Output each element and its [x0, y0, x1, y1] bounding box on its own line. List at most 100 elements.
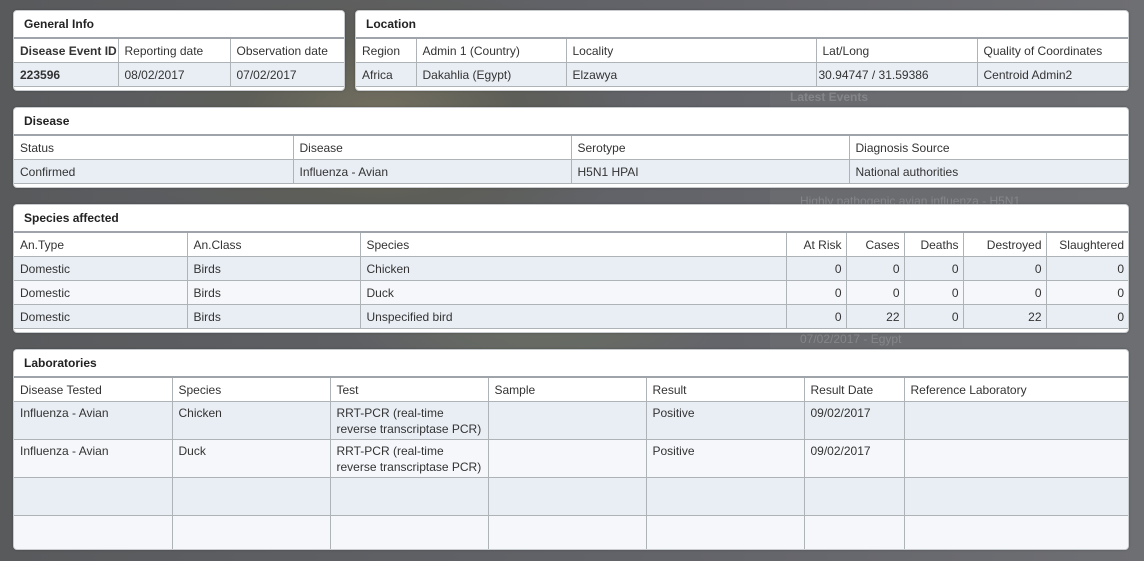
disease-tested-cell: Influenza - Avian — [14, 439, 173, 478]
header-observation-date: Observation date — [229, 37, 344, 63]
deaths-cell: 0 — [903, 280, 964, 305]
at-risk-cell: 0 — [785, 280, 847, 305]
an-class-cell: Birds — [186, 280, 361, 305]
region-value: Africa — [356, 62, 417, 87]
general-info-title: General Info — [14, 11, 344, 37]
disease-tested-cell: Influenza - Avian — [14, 401, 173, 440]
table-row — [14, 515, 1128, 549]
reporting-date: 08/02/2017 — [117, 62, 231, 87]
header-reference-laboratory: Reference Laboratory — [903, 376, 1128, 402]
header-status: Status — [14, 134, 294, 160]
destroyed-cell: 0 — [962, 280, 1047, 305]
disease-table: Status Disease Serotype Diagnosis Source… — [14, 134, 1128, 184]
disease-title: Disease — [14, 108, 1128, 134]
result-date-cell: 09/02/2017 — [803, 401, 905, 440]
header-region: Region — [356, 37, 417, 63]
general-info-table: Disease Event ID Reporting date Observat… — [14, 37, 344, 87]
header-deaths: Deaths — [903, 231, 964, 257]
species-cell: Unspecified bird — [359, 304, 787, 329]
an-class-cell: Birds — [186, 304, 361, 329]
observation-date: 07/02/2017 — [229, 62, 344, 87]
sample-cell — [487, 401, 647, 440]
table-row — [14, 477, 1128, 516]
sample-cell — [487, 439, 647, 478]
table-row: Domestic Birds Chicken 0 0 0 0 0 — [14, 256, 1128, 281]
header-cases: Cases — [845, 231, 905, 257]
laboratories-panel: Laboratories Disease Tested Species Test… — [13, 349, 1129, 550]
ghost-event-date: 07/02/2017 - Egypt — [800, 332, 902, 346]
cases-cell: 0 — [845, 256, 905, 281]
header-result: Result — [645, 376, 805, 402]
header-lab-species: Species — [171, 376, 331, 402]
cases-cell: 0 — [845, 280, 905, 305]
header-test: Test — [329, 376, 489, 402]
diagnosis-source-value: National authorities — [848, 159, 1128, 184]
admin1-value: Dakahlia (Egypt) — [415, 62, 567, 87]
header-disease-event-id: Disease Event ID — [14, 37, 119, 63]
species-panel: Species affected An.Type An.Class Specie… — [13, 204, 1129, 333]
species-title: Species affected — [14, 205, 1128, 231]
location-panel: Location Region Admin 1 (Country) Locali… — [355, 10, 1129, 91]
serotype-value: H5N1 HPAI — [570, 159, 850, 184]
laboratories-title: Laboratories — [14, 350, 1128, 376]
header-admin1: Admin 1 (Country) — [415, 37, 567, 63]
header-an-class: An.Class — [186, 231, 361, 257]
header-disease: Disease — [292, 134, 572, 160]
header-reporting-date: Reporting date — [117, 37, 231, 63]
header-diagnosis-source: Diagnosis Source — [848, 134, 1128, 160]
header-an-type: An.Type — [14, 231, 188, 257]
lab-species-cell: Duck — [171, 439, 331, 478]
header-disease-tested: Disease Tested — [14, 376, 173, 402]
reference-laboratory-cell — [903, 401, 1128, 440]
an-class-cell: Birds — [186, 256, 361, 281]
species-cell: Chicken — [359, 256, 787, 281]
test-cell: RRT-PCR (real-time reverse transcriptase… — [329, 401, 489, 440]
destroyed-cell: 22 — [962, 304, 1047, 329]
locality-value: Elzawya — [565, 62, 817, 87]
table-row: Influenza - Avian Duck RRT-PCR (real-tim… — [14, 439, 1128, 478]
deaths-cell: 0 — [903, 256, 964, 281]
header-lat-long: Lat/Long — [815, 37, 978, 63]
cases-cell: 22 — [845, 304, 905, 329]
slaughtered-cell: 0 — [1045, 256, 1128, 281]
disease-value: Influenza - Avian — [292, 159, 572, 184]
header-result-date: Result Date — [803, 376, 905, 402]
slaughtered-cell: 0 — [1045, 304, 1128, 329]
table-row: Domestic Birds Unspecified bird 0 22 0 2… — [14, 304, 1128, 329]
header-locality: Locality — [565, 37, 817, 63]
lab-species-cell: Chicken — [171, 401, 331, 440]
reference-laboratory-cell — [903, 439, 1128, 478]
species-table: An.Type An.Class Species At Risk Cases D… — [14, 231, 1128, 329]
deaths-cell: 0 — [903, 304, 964, 329]
header-sample: Sample — [487, 376, 647, 402]
location-title: Location — [356, 11, 1128, 37]
an-type-cell: Domestic — [14, 304, 188, 329]
quality-coordinates-value: Centroid Admin2 — [976, 62, 1128, 87]
an-type-cell: Domestic — [14, 280, 188, 305]
result-cell: Positive — [645, 401, 805, 440]
ghost-latest-events: Latest Events — [790, 90, 869, 104]
header-quality-coordinates: Quality of Coordinates — [976, 37, 1128, 63]
table-row: Influenza - Avian Chicken RRT-PCR (real-… — [14, 401, 1128, 440]
an-type-cell: Domestic — [14, 256, 188, 281]
at-risk-cell: 0 — [785, 256, 847, 281]
status-value: Confirmed — [14, 159, 294, 184]
at-risk-cell: 0 — [785, 304, 847, 329]
destroyed-cell: 0 — [962, 256, 1047, 281]
general-info-panel: General Info Disease Event ID Reporting … — [13, 10, 345, 91]
header-species: Species — [359, 231, 787, 257]
header-slaughtered: Slaughtered — [1045, 231, 1128, 257]
location-table: Region Admin 1 (Country) Locality Lat/Lo… — [356, 37, 1128, 87]
header-destroyed: Destroyed — [962, 231, 1047, 257]
species-cell: Duck — [359, 280, 787, 305]
header-at-risk: At Risk — [785, 231, 847, 257]
lat-long-value: 30.94747 / 31.59386 — [815, 62, 978, 87]
result-cell: Positive — [645, 439, 805, 478]
header-serotype: Serotype — [570, 134, 850, 160]
test-cell: RRT-PCR (real-time reverse transcriptase… — [329, 439, 489, 478]
disease-event-id: 223596 — [14, 62, 119, 87]
slaughtered-cell: 0 — [1045, 280, 1128, 305]
table-row: Domestic Birds Duck 0 0 0 0 0 — [14, 280, 1128, 305]
result-date-cell: 09/02/2017 — [803, 439, 905, 478]
disease-panel: Disease Status Disease Serotype Diagnosi… — [13, 107, 1129, 188]
